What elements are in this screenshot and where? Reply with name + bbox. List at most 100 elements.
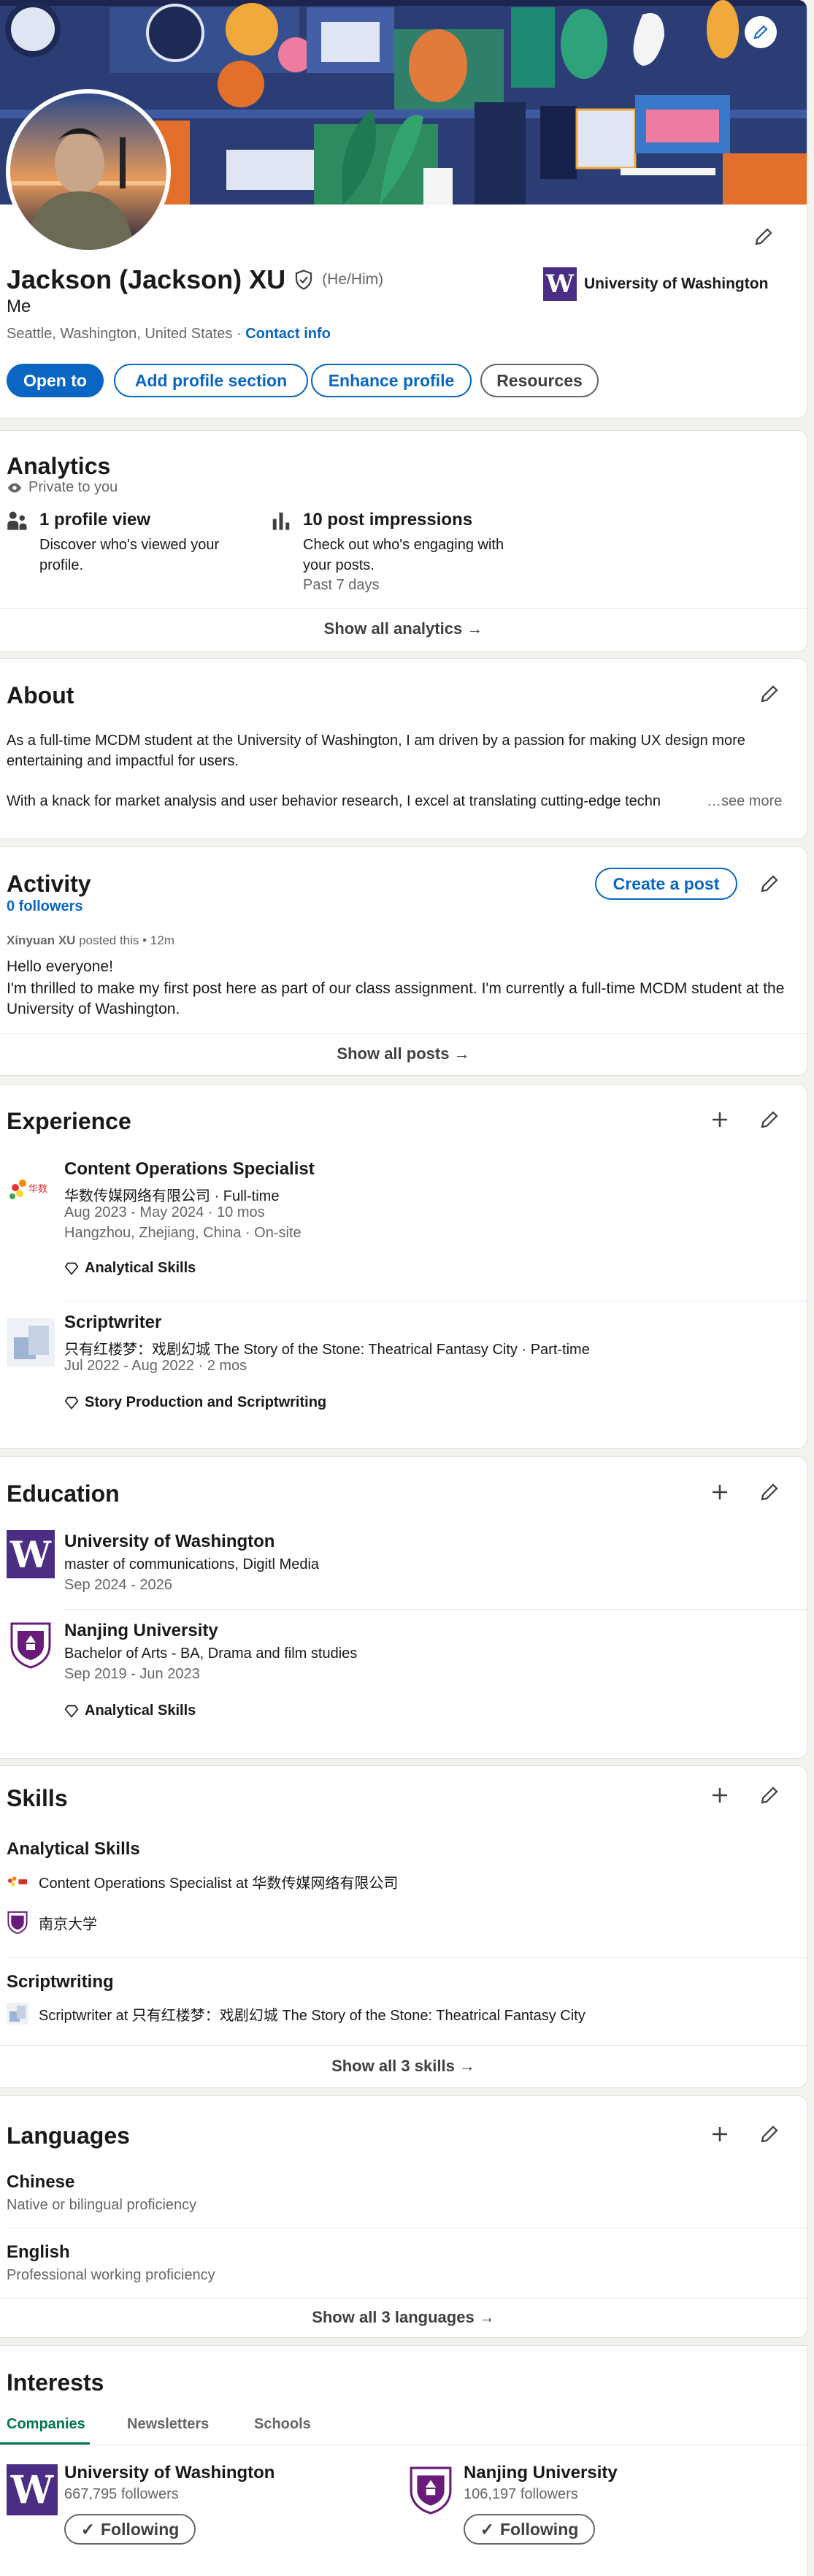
edit-skills-button[interactable] [752,1778,787,1813]
current-school[interactable]: W University of Washington [543,267,768,301]
add-profile-section-button[interactable]: Add profile section [114,364,308,397]
divider [7,1957,807,1958]
language-name: English [7,2242,70,2262]
languages-title: Languages [7,2122,130,2149]
experience-skill[interactable]: Analytical Skills [64,1260,196,1277]
interest-name: Nanjing University [464,2463,618,2483]
tab-companies[interactable]: Companies [7,2416,85,2433]
resources-button[interactable]: Resources [480,364,599,397]
education-item[interactable]: W University of Washington master of com… [0,1530,807,1603]
divider [0,1033,807,1034]
see-more-link[interactable]: …see more [707,793,782,810]
company-logo-placeholder [7,1318,55,1367]
company-logo-huashu: 华数 [7,1166,55,1215]
diamond-icon [64,1705,79,1718]
location: Seattle, Washington, United States [7,326,233,342]
add-experience-button[interactable] [702,1102,737,1137]
enhance-profile-button[interactable]: Enhance profile [311,364,472,397]
language-level: Native or bilingual proficiency [7,2197,197,2213]
diamond-icon [64,1262,79,1275]
interest-followers: 667,795 followers [64,2486,179,2502]
show-all-analytics[interactable]: Show all analytics → [0,619,807,638]
skill-label: Story Production and Scriptwriting [85,1394,327,1410]
contact-info-link[interactable]: Contact info [245,326,331,342]
education-dates: Sep 2024 - 2026 [64,1577,172,1593]
education-school: University of Washington [64,1532,275,1551]
tab-schools[interactable]: Schools [254,2416,311,2433]
post-meta: Xinyuan XU posted this • 12m [7,933,174,948]
show-all-languages[interactable]: Show all 3 languages → [0,2308,807,2327]
skill-endorsement[interactable]: 南京大学 [7,1911,97,1934]
language-level: Professional working proficiency [7,2267,215,2283]
experience-company: 只有红楼梦：戏剧幻城 The Story of the Stone: Theat… [64,1342,590,1358]
edit-intro-button[interactable] [746,219,781,254]
edit-education-button[interactable] [752,1475,787,1510]
skill-endorsement[interactable]: Scriptwriter at 只有红楼梦：戏剧幻城 The Story of … [7,2003,585,2025]
followers-count[interactable]: 0 followers [7,898,82,915]
location-separator: · [237,326,242,342]
skill-endorsement-text: Content Operations Specialist at 华数传媒网络有… [39,1876,399,1892]
interest-item[interactable]: Nanjing University 106,197 followers ✓ Fo… [405,2457,799,2567]
add-language-button[interactable] [702,2117,737,2152]
experience-title: Experience [7,1108,131,1134]
skill-name[interactable]: Analytical Skills [7,1839,140,1860]
following-button[interactable]: ✓ Following [64,2514,196,2545]
following-label: Following [100,2519,180,2539]
show-all-skills[interactable]: Show all 3 skills → [0,2057,807,2076]
experience-skill[interactable]: Story Production and Scriptwriting [64,1394,326,1411]
interests-title: Interests [7,2369,104,2396]
create-post-button[interactable]: Create a post [595,868,737,900]
add-education-button[interactable] [702,1475,737,1510]
uw-logo: W [7,2464,58,2515]
education-skill[interactable]: Analytical Skills [64,1702,196,1719]
interest-item[interactable]: W University of Washington 667,795 follo… [0,2457,394,2567]
experience-role: Content Operations Specialist [64,1159,315,1179]
show-all-posts[interactable]: Show all posts → [0,1044,807,1063]
skill-endorsement-text: 南京大学 [39,1916,97,1933]
post-line-1[interactable]: Hello everyone! [7,958,113,976]
following-button[interactable]: ✓ Following [464,2514,595,2545]
post-time: posted this • 12m [75,933,174,947]
edit-about-button[interactable] [752,676,787,711]
experience-dates: Jul 2022 - Aug 2022 · 2 mos [64,1358,247,1374]
edit-activity-button[interactable] [752,866,787,901]
activity-title: Activity [7,871,91,897]
divider [0,2045,807,2046]
checkmark-icon: ✓ [480,2519,494,2539]
edit-experience-button[interactable] [752,1102,787,1137]
experience-role: Scriptwriter [64,1312,162,1332]
experience-location: Hangzhou, Zhejiang, China · On-site [64,1225,302,1241]
analytics-title: Analytics [7,453,111,479]
skill-name[interactable]: Scriptwriting [7,1972,114,1992]
plus-icon [713,2127,727,2141]
skill-endorsement[interactable]: Content Operations Specialist at 华数传媒网络有… [7,1871,398,1892]
education-item[interactable]: Nanjing University Bachelor of Arts - BA… [0,1619,807,1743]
experience-item[interactable]: Scriptwriter 只有红楼梦：戏剧幻城 The Story of the… [0,1311,807,1435]
location-row: Seattle, Washington, United States · Con… [7,326,331,343]
edit-languages-button[interactable] [752,2117,787,2152]
analytics-item-desc: Check out who's engaging with your posts… [303,537,504,573]
skills-card: Skills Analytical Skills Content Operati… [0,1766,807,2087]
education-card: Education W University of Washington mas… [0,1457,807,1758]
plus-icon [713,1485,727,1499]
avatar[interactable] [6,89,171,254]
bar-chart-icon [272,512,290,530]
education-title: Education [7,1480,120,1507]
verified-icon[interactable] [293,269,315,291]
skills-title: Skills [7,1785,68,1811]
add-skill-button[interactable] [702,1778,737,1813]
post-author[interactable]: Xinyuan XU [7,933,75,947]
experience-dates: Aug 2023 - May 2024 · 10 mos [64,1204,265,1220]
scriptwriter-logo-icon [7,2003,28,2025]
tab-newsletters[interactable]: Newsletters [127,2416,209,2433]
nju-logo-icon [410,2466,452,2515]
post-line-2[interactable]: I'm thrilled to make my first post here … [7,979,795,1020]
banner-edit-button[interactable] [745,16,777,48]
profile-name-row: Jackson (Jackson) XU (He/Him) [7,264,383,295]
analytics-item-desc: Discover who's viewed your profile. [39,537,220,573]
current-school-name: University of Washington [584,275,769,292]
experience-item[interactable]: 华数 Content Operations Specialist 华数传媒网络有… [0,1158,807,1296]
analytics-period: Past 7 days [303,577,380,593]
open-to-button[interactable]: Open to [7,364,104,397]
education-dates: Sep 2019 - Jun 2023 [64,1666,200,1682]
